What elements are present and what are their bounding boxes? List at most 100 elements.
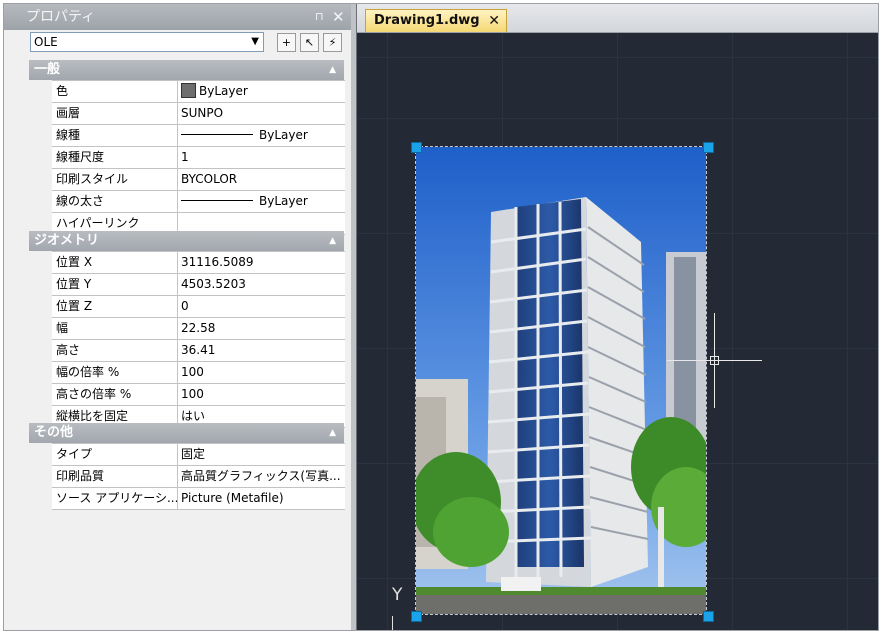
- grip-bottom-right[interactable]: [703, 611, 714, 622]
- tab-label: Drawing1.dwg: [374, 13, 480, 28]
- property-value[interactable]: ByLayer: [178, 191, 345, 212]
- application-window: プロパティ ⊓ ✕ OLE ▼ + ↖ ⚡ 一般 ▲ 色 ByLayer 画層 SUNPO…: [3, 3, 879, 631]
- property-row[interactable]: 幅の倍率 % 100: [52, 362, 345, 384]
- grip-top-left[interactable]: [411, 142, 422, 153]
- document-area: Drawing1.dwg ✕ Y: [357, 4, 878, 630]
- section-title: 一般: [34, 62, 61, 77]
- property-value-text: 36.41: [181, 343, 216, 357]
- property-value[interactable]: 固定: [178, 444, 345, 465]
- property-row[interactable]: 位置 X 31116.5089: [52, 252, 345, 274]
- property-label: 印刷スタイル: [52, 169, 178, 190]
- property-row[interactable]: 色 ByLayer: [52, 81, 345, 103]
- property-label: タイプ: [52, 444, 178, 465]
- property-label: 位置 X: [52, 252, 178, 273]
- property-label: ソース アプリケーシ...: [52, 488, 178, 509]
- property-row[interactable]: 位置 Y 4503.5203: [52, 274, 345, 296]
- toggle-pickadd-icon[interactable]: +: [277, 33, 296, 52]
- property-value-text: ByLayer: [259, 128, 308, 142]
- property-row[interactable]: 線種尺度 1: [52, 147, 345, 169]
- file-tab-bar: Drawing1.dwg ✕: [357, 4, 878, 33]
- property-value-text: 100: [181, 365, 204, 379]
- palette-title-bar[interactable]: プロパティ ⊓ ✕: [4, 4, 351, 30]
- property-label: 線種: [52, 125, 178, 146]
- object-type-dropdown[interactable]: OLE ▼: [30, 32, 264, 52]
- property-row[interactable]: 画層 SUNPO: [52, 103, 345, 125]
- property-label: 線の太さ: [52, 191, 178, 212]
- property-value-text: ByLayer: [259, 194, 308, 208]
- ucs-y-label: Y: [392, 585, 403, 605]
- quick-select-icon[interactable]: ⚡: [323, 33, 342, 52]
- property-value[interactable]: SUNPO: [178, 103, 345, 124]
- property-row[interactable]: ソース アプリケーシ... Picture (Metafile): [52, 488, 345, 510]
- drawing-canvas[interactable]: Y: [357, 33, 878, 630]
- section-header[interactable]: ジオメトリ ▲: [29, 231, 344, 251]
- property-value[interactable]: BYCOLOR: [178, 169, 345, 190]
- property-value-text: Picture (Metafile): [181, 491, 284, 505]
- property-label: 幅の倍率 %: [52, 362, 178, 383]
- collapse-icon[interactable]: ▲: [329, 423, 336, 443]
- property-value[interactable]: 0: [178, 296, 345, 317]
- select-objects-icon[interactable]: ↖: [300, 33, 319, 52]
- collapse-icon[interactable]: ▲: [329, 60, 336, 80]
- property-value[interactable]: 1: [178, 147, 345, 168]
- property-value-text: 4503.5203: [181, 277, 246, 291]
- property-label: 画層: [52, 103, 178, 124]
- property-row[interactable]: 高さ 36.41: [52, 340, 345, 362]
- property-row[interactable]: 線の太さ ByLayer: [52, 191, 345, 213]
- property-row[interactable]: 幅 22.58: [52, 318, 345, 340]
- property-value[interactable]: ByLayer: [178, 125, 345, 146]
- property-value[interactable]: 高品質グラフィックス(写真...: [178, 466, 345, 487]
- property-label: 高さの倍率 %: [52, 384, 178, 405]
- property-value[interactable]: 22.58: [178, 318, 345, 339]
- property-value-text: 高品質グラフィックス(写真...: [181, 469, 341, 483]
- property-row[interactable]: 印刷品質 高品質グラフィックス(写真...: [52, 466, 345, 488]
- property-grid: 位置 X 31116.5089 位置 Y 4503.5203 位置 Z 0 幅 22.58 高さ…: [52, 251, 345, 428]
- section-header[interactable]: 一般 ▲: [29, 60, 344, 80]
- property-value[interactable]: 100: [178, 384, 345, 405]
- property-value-text: 22.58: [181, 321, 216, 335]
- property-value[interactable]: Picture (Metafile): [178, 488, 345, 509]
- section-title: ジオメトリ: [34, 233, 100, 248]
- property-row[interactable]: 線種 ByLayer: [52, 125, 345, 147]
- property-label: 高さ: [52, 340, 178, 361]
- property-label: 位置 Z: [52, 296, 178, 317]
- section-header[interactable]: その他 ▲: [29, 423, 344, 443]
- property-label: 位置 Y: [52, 274, 178, 295]
- ole-picture-object[interactable]: [415, 146, 707, 615]
- property-value-text: BYCOLOR: [181, 172, 238, 186]
- property-value-text: ByLayer: [199, 84, 248, 98]
- property-value[interactable]: ByLayer: [178, 81, 345, 102]
- property-value-text: 0: [181, 299, 189, 313]
- collapse-icon[interactable]: ▲: [329, 231, 336, 251]
- property-value-text: はい: [181, 409, 206, 423]
- property-grid: タイプ 固定 印刷品質 高品質グラフィックス(写真... ソース アプリケーシ... Pi…: [52, 443, 345, 510]
- property-value[interactable]: 100: [178, 362, 345, 383]
- property-label: 幅: [52, 318, 178, 339]
- tab-close-icon[interactable]: ✕: [488, 10, 500, 32]
- property-label: 印刷品質: [52, 466, 178, 487]
- pin-icon[interactable]: ⊓: [315, 4, 324, 30]
- property-row[interactable]: 高さの倍率 % 100: [52, 384, 345, 406]
- object-type-value: OLE: [34, 35, 58, 49]
- grip-top-right[interactable]: [703, 142, 714, 153]
- tab-drawing1[interactable]: Drawing1.dwg ✕: [365, 9, 507, 32]
- ucs-icon: [392, 616, 393, 630]
- property-value[interactable]: 31116.5089: [178, 252, 345, 273]
- building-photo: [416, 147, 706, 614]
- close-icon[interactable]: ✕: [332, 4, 345, 30]
- property-label: 線種尺度: [52, 147, 178, 168]
- property-value-text: SUNPO: [181, 106, 224, 120]
- property-label: 色: [52, 81, 178, 102]
- property-row[interactable]: 位置 Z0: [52, 296, 345, 318]
- property-row[interactable]: 印刷スタイル BYCOLOR: [52, 169, 345, 191]
- section-title: その他: [34, 425, 74, 440]
- color-swatch-icon: [181, 83, 196, 98]
- property-value[interactable]: 4503.5203: [178, 274, 345, 295]
- property-value-text: 31116.5089: [181, 255, 254, 269]
- property-row[interactable]: タイプ 固定: [52, 444, 345, 466]
- property-value[interactable]: 36.41: [178, 340, 345, 361]
- palette-title: プロパティ: [26, 9, 96, 25]
- grip-bottom-left[interactable]: [411, 611, 422, 622]
- pickbox-icon: [710, 356, 719, 365]
- property-value-text: 固定: [181, 447, 206, 461]
